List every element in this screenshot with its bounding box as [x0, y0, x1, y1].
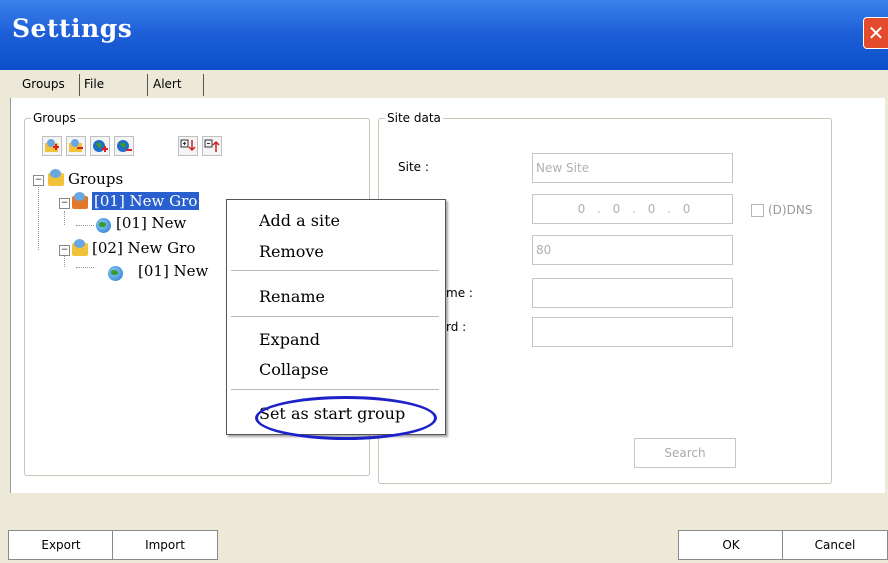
tab-divider [203, 74, 204, 96]
collapse-toggle[interactable]: − [33, 175, 44, 186]
tab-divider [79, 74, 80, 96]
tree-connector [76, 267, 94, 268]
move-up-icon[interactable] [202, 136, 222, 156]
settings-window: Settings ✕ Groups File path Alert Groups [0, 0, 888, 563]
ddns-label: (D)DNS [768, 203, 813, 217]
menu-item-add-site[interactable]: Add a site [259, 211, 340, 230]
cancel-button[interactable]: Cancel [782, 530, 888, 560]
import-button[interactable]: Import [112, 530, 218, 560]
password-label: rd : [446, 320, 467, 334]
tree-item-site[interactable]: [01] New [138, 262, 208, 280]
tab-file-path[interactable]: File path [84, 70, 111, 119]
tree-item-group-01[interactable]: [01] New Gro [92, 192, 200, 210]
username-label: me : [446, 286, 473, 300]
menu-item-remove[interactable]: Remove [259, 242, 324, 261]
tab-alert[interactable]: Alert [153, 70, 182, 98]
folder-icon [72, 239, 88, 256]
folder-icon [48, 169, 64, 186]
globe-icon [96, 218, 111, 233]
remove-group-icon[interactable] [66, 136, 86, 156]
site-name-field[interactable]: New Site [532, 153, 733, 183]
window-title: Settings [12, 14, 133, 43]
ddns-checkbox[interactable] [751, 204, 764, 217]
add-site-icon[interactable] [90, 136, 110, 156]
close-button[interactable]: ✕ [863, 17, 888, 49]
tree-connector [38, 185, 39, 250]
tab-divider [147, 74, 148, 96]
tree-item-site[interactable]: [01] New [116, 214, 186, 232]
tree-item-group-02[interactable]: [02] New Gro [92, 239, 195, 257]
title-bar[interactable]: Settings ✕ [0, 0, 888, 70]
site-label: Site : [398, 160, 429, 174]
tree-connector [76, 225, 94, 226]
remove-site-icon[interactable] [114, 136, 134, 156]
add-group-icon[interactable] [42, 136, 62, 156]
collapse-toggle[interactable]: − [59, 245, 70, 256]
menu-separator [231, 389, 439, 390]
export-button[interactable]: Export [8, 530, 114, 560]
groups-groupbox-label: Groups [31, 111, 78, 125]
menu-separator [231, 270, 439, 271]
menu-item-rename[interactable]: Rename [259, 287, 325, 306]
ip-address-field[interactable]: 0 . 0 . 0 . 0 [532, 194, 733, 224]
password-field[interactable] [532, 317, 733, 347]
menu-separator [231, 316, 439, 317]
globe-icon [108, 266, 123, 281]
tree-connector [64, 211, 65, 225]
start-group-folder-icon [72, 192, 88, 209]
menu-item-collapse[interactable]: Collapse [259, 360, 329, 379]
highlight-annotation [255, 396, 437, 440]
username-field[interactable] [532, 278, 733, 308]
move-down-icon[interactable] [178, 136, 198, 156]
tab-groups[interactable]: Groups [22, 70, 65, 98]
site-data-label: Site data [385, 111, 443, 125]
search-button[interactable]: Search [634, 438, 736, 468]
collapse-toggle[interactable]: − [59, 198, 70, 209]
port-field[interactable]: 80 [532, 235, 733, 265]
tree-root[interactable]: Groups [68, 170, 123, 188]
menu-item-expand[interactable]: Expand [259, 330, 320, 349]
ok-button[interactable]: OK [678, 530, 784, 560]
